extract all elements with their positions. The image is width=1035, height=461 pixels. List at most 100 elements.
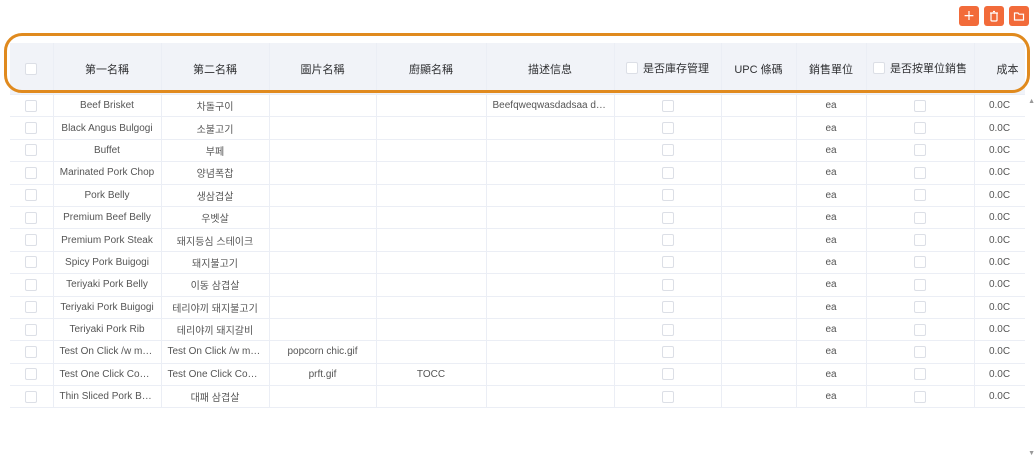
by-unit-checkbox[interactable] [914, 256, 926, 269]
cell-inventory[interactable] [614, 139, 722, 163]
row-select-cell[interactable] [10, 363, 54, 387]
table-row[interactable]: Premium Pork Steak 돼지등심 스테이크 ea 0.0C [10, 228, 1025, 252]
cell-inventory[interactable] [614, 385, 722, 409]
cell-inventory[interactable] [614, 318, 722, 342]
row-select-cell[interactable] [10, 184, 54, 207]
select-all-checkbox-cell[interactable] [10, 43, 54, 95]
inventory-checkbox[interactable] [661, 390, 674, 403]
inventory-checkbox[interactable] [661, 301, 674, 314]
cell-inventory[interactable] [614, 228, 722, 252]
row-checkbox[interactable] [25, 144, 38, 157]
cell-by-unit[interactable] [866, 94, 975, 118]
row-select-cell[interactable] [10, 228, 54, 252]
header-unit[interactable]: 銷售單位 [796, 43, 867, 95]
table-row[interactable]: Buffet 부페 ea 0.0C [10, 139, 1025, 163]
by-unit-checkbox[interactable] [914, 166, 926, 179]
row-select-cell[interactable] [10, 340, 54, 364]
table-row[interactable]: Teriyaki Pork Rib 테리야끼 돼지갈비 ea 0.0C [10, 318, 1025, 342]
cell-by-unit[interactable] [866, 296, 975, 319]
row-select-cell[interactable] [10, 94, 54, 118]
row-select-cell[interactable] [10, 251, 54, 275]
row-checkbox[interactable] [25, 122, 38, 135]
cell-by-unit[interactable] [866, 340, 975, 364]
cell-by-unit[interactable] [866, 184, 975, 207]
table-row[interactable]: Test On Click /w mo... Test On Click /w m… [10, 340, 1025, 364]
inventory-checkbox[interactable] [661, 166, 674, 179]
select-all-checkbox[interactable] [25, 62, 38, 75]
cell-by-unit[interactable] [866, 161, 975, 185]
cell-inventory[interactable] [614, 296, 722, 319]
cell-by-unit[interactable] [866, 139, 975, 163]
by-unit-checkbox[interactable] [914, 122, 926, 135]
table-row[interactable]: Beef Brisket 차돌구이 Beefqweqwasdadsaa da... e… [10, 94, 1025, 118]
inventory-checkbox[interactable] [661, 256, 674, 269]
row-select-cell[interactable] [10, 206, 54, 230]
cell-by-unit[interactable] [866, 363, 975, 387]
delete-button[interactable] [984, 6, 1004, 26]
cell-by-unit[interactable] [866, 206, 975, 230]
cell-by-unit[interactable] [866, 228, 975, 252]
table-row[interactable]: Thin Sliced Pork Belly 대패 삼겹살 ea 0.0C [10, 385, 1025, 409]
by-unit-checkbox[interactable] [914, 323, 926, 336]
header-image[interactable]: 圖片名稱 [269, 43, 377, 95]
inventory-checkbox[interactable] [661, 278, 674, 291]
table-row[interactable]: Premium Beef Belly 우벳살 ea 0.0C [10, 206, 1025, 230]
scroll-up-arrow-icon[interactable]: ▲ [1028, 98, 1035, 105]
cell-inventory[interactable] [614, 94, 722, 118]
row-checkbox[interactable] [25, 256, 38, 269]
by-unit-checkbox[interactable] [914, 99, 926, 112]
header-name2[interactable]: 第二名稱 [161, 43, 270, 95]
row-select-cell[interactable] [10, 385, 54, 409]
cell-inventory[interactable] [614, 273, 722, 297]
inventory-checkbox[interactable] [661, 368, 674, 381]
table-row[interactable]: Test One Click Com... Test One Click Com.… [10, 363, 1025, 387]
by-unit-checkbox[interactable] [914, 345, 926, 358]
cell-by-unit[interactable] [866, 251, 975, 275]
row-checkbox[interactable] [25, 278, 38, 291]
row-select-cell[interactable] [10, 318, 54, 342]
cell-inventory[interactable] [614, 161, 722, 185]
table-row[interactable]: Teriyaki Pork Buigogi 테리야끼 돼지불고기 ea 0.0C [10, 296, 1025, 319]
add-button[interactable]: + [959, 6, 979, 26]
table-row[interactable]: Black Angus Bulgogi 소불고기 ea 0.0C [10, 116, 1025, 140]
table-row[interactable]: Pork Belly 생삼겹살 ea 0.0C [10, 184, 1025, 207]
row-select-cell[interactable] [10, 116, 54, 140]
by-unit-checkbox[interactable] [914, 144, 926, 157]
cell-inventory[interactable] [614, 184, 722, 207]
row-checkbox[interactable] [25, 99, 38, 112]
cell-inventory[interactable] [614, 116, 722, 140]
row-select-cell[interactable] [10, 139, 54, 163]
by-unit-checkbox[interactable] [914, 211, 926, 224]
by-unit-checkbox[interactable] [914, 234, 926, 247]
by-unit-header-checkbox[interactable] [873, 62, 885, 74]
row-select-cell[interactable] [10, 161, 54, 185]
header-cost[interactable]: 成本 [974, 43, 1025, 95]
cell-inventory[interactable] [614, 206, 722, 230]
by-unit-checkbox[interactable] [914, 301, 926, 314]
cell-inventory[interactable] [614, 363, 722, 387]
cell-by-unit[interactable] [866, 318, 975, 342]
cell-by-unit[interactable] [866, 385, 975, 409]
cell-inventory[interactable] [614, 251, 722, 275]
cell-by-unit[interactable] [866, 116, 975, 140]
by-unit-checkbox[interactable] [914, 368, 926, 381]
row-checkbox[interactable] [25, 166, 38, 179]
inventory-checkbox[interactable] [661, 99, 674, 112]
header-inventory[interactable]: 是否庫存管理 [614, 43, 722, 95]
row-checkbox[interactable] [25, 234, 38, 247]
header-kitchen[interactable]: 廚顯名稱 [376, 43, 487, 95]
inventory-header-checkbox[interactable] [626, 62, 638, 74]
inventory-checkbox[interactable] [661, 144, 674, 157]
row-select-cell[interactable] [10, 273, 54, 297]
by-unit-checkbox[interactable] [914, 390, 926, 403]
scroll-down-arrow-icon[interactable]: ▼ [1028, 450, 1035, 457]
table-row[interactable]: Marinated Pork Chop 양념폭찹 ea 0.0C [10, 161, 1025, 185]
inventory-checkbox[interactable] [661, 323, 674, 336]
header-name1[interactable]: 第一名稱 [53, 43, 162, 95]
cell-by-unit[interactable] [866, 273, 975, 297]
row-checkbox[interactable] [25, 323, 38, 336]
row-select-cell[interactable] [10, 296, 54, 319]
table-row[interactable]: Spicy Pork Buigogi 돼지불고기 ea 0.0C [10, 251, 1025, 275]
folder-button[interactable] [1009, 6, 1029, 26]
inventory-checkbox[interactable] [661, 189, 674, 202]
